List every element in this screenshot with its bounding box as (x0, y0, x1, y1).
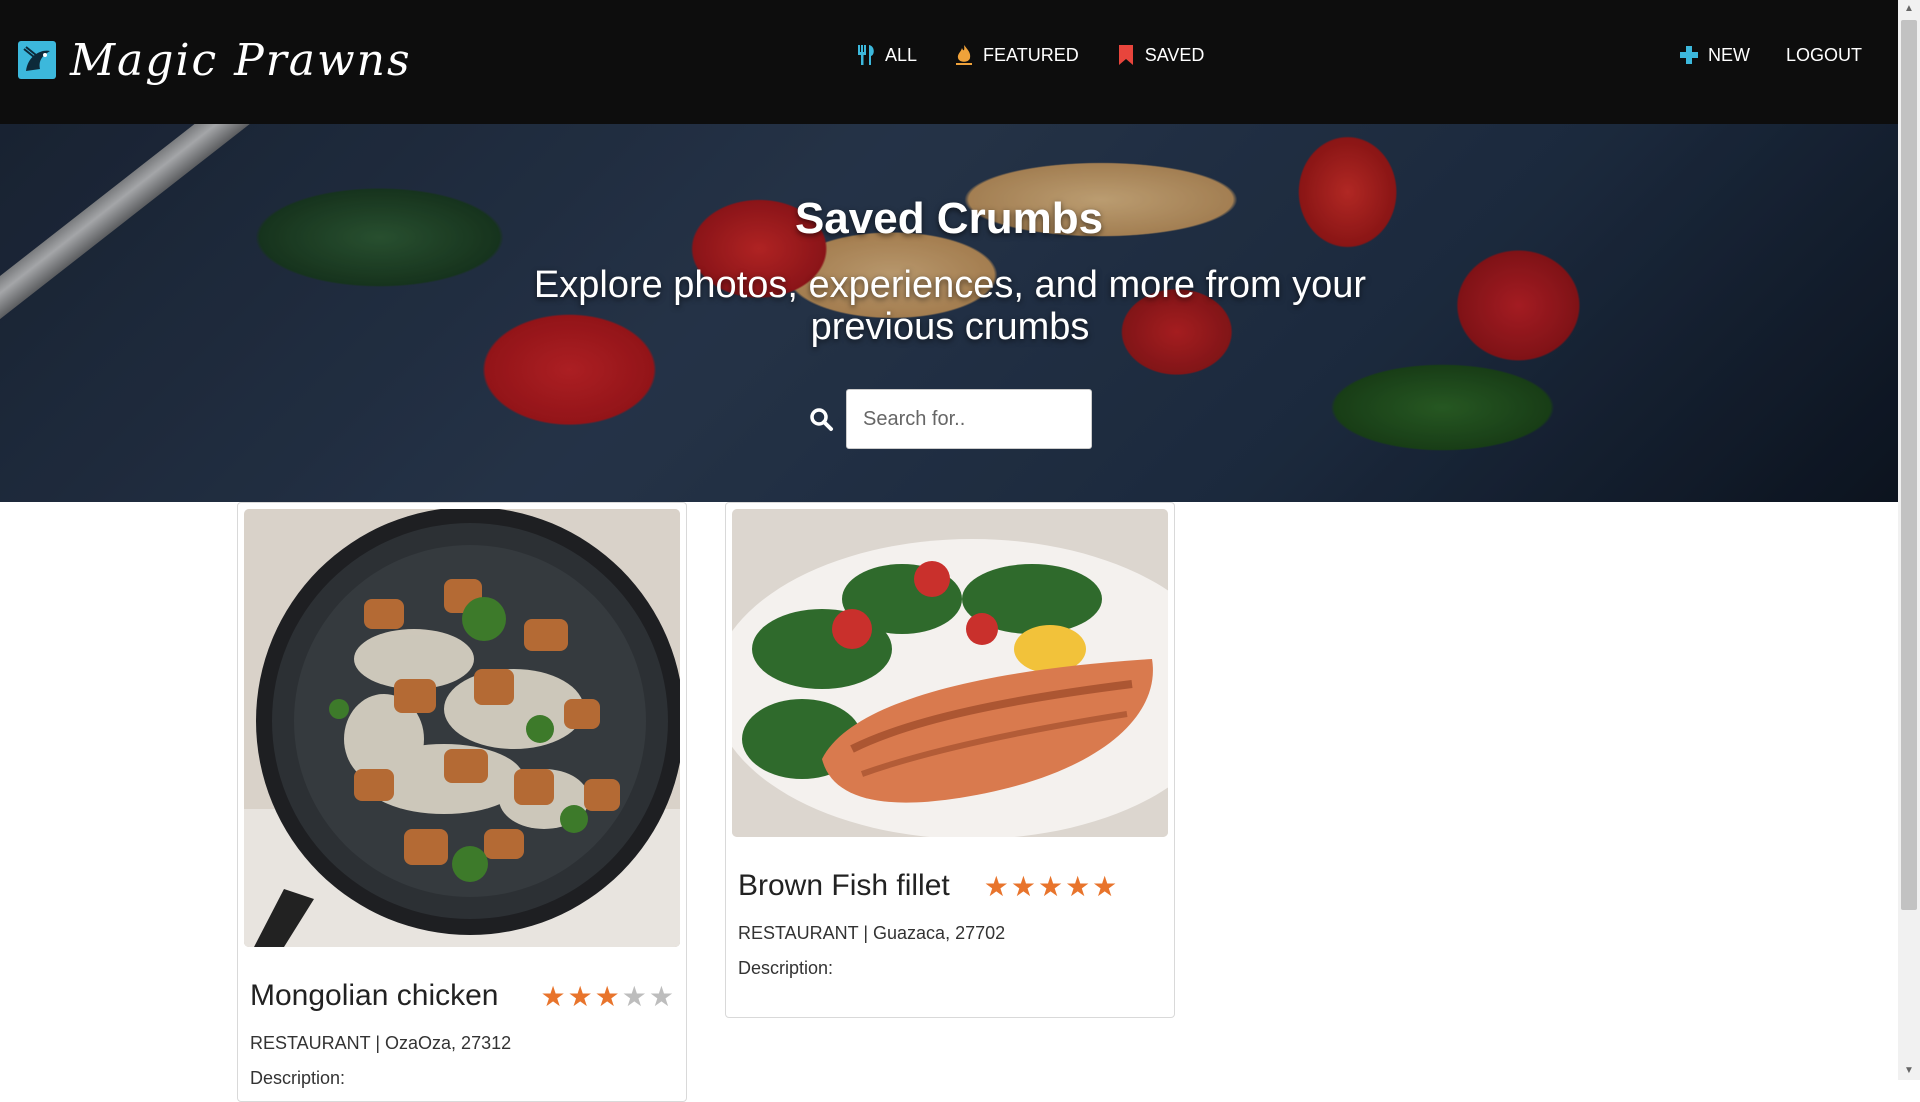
prawn-logo-icon (18, 41, 56, 79)
nav-featured-label: FEATURED (983, 44, 1079, 65)
nav-new[interactable]: NEW (1678, 44, 1750, 66)
card-meta: RESTAURANT | Guazaca, 27702 (738, 923, 1006, 943)
page-subtitle: Explore photos, experiences, and more fr… (533, 264, 1367, 348)
crumb-card[interactable]: Brown Fish fillet ★ ★ ★ ★ ★ RESTAURANT |… (725, 502, 1175, 1018)
search-input[interactable] (846, 389, 1092, 449)
star-filled-icon: ★ (983, 870, 1009, 902)
star-filled-icon: ★ (567, 980, 593, 1012)
nav-saved[interactable]: SAVED (1115, 44, 1205, 66)
main-nav: ALL FEATURED SAVED (855, 44, 1204, 66)
scroll-down-arrow-icon[interactable]: ▼ (1898, 1062, 1920, 1080)
search-bar (808, 389, 1092, 449)
brand-name: Magic Prawns (70, 34, 412, 86)
brand[interactable]: Magic Prawns (18, 34, 412, 86)
nav-all[interactable]: ALL (855, 44, 917, 66)
nav-new-label: NEW (1707, 44, 1750, 65)
page-scrollbar[interactable]: ▲ ▼ (1898, 0, 1920, 1080)
star-rating: ★ ★ ★ ★ ★ (540, 980, 674, 1013)
nav-saved-label: SAVED (1144, 44, 1205, 65)
utensils-icon (858, 45, 874, 65)
scrollbar-thumb[interactable] (1901, 20, 1917, 910)
nav-logout-label: LOGOUT (1785, 44, 1862, 65)
plus-icon (1679, 46, 1698, 64)
nav-featured[interactable]: FEATURED (953, 44, 1079, 66)
star-filled-icon: ★ (1065, 870, 1091, 902)
card-description: Description: (250, 1068, 346, 1088)
search-icon[interactable] (808, 405, 836, 433)
card-title[interactable]: Brown Fish fillet (738, 869, 950, 903)
nav-all-label: ALL (885, 44, 918, 65)
salmon-plate-image (732, 509, 1168, 837)
star-empty-icon: ★ (648, 980, 674, 1012)
star-filled-icon: ★ (540, 980, 566, 1012)
star-filled-icon: ★ (1010, 870, 1036, 902)
page-title: Saved Crumbs (794, 194, 1104, 243)
top-navbar: Magic Prawns ALL FEATURED SAVED NEW LOGO… (0, 0, 1898, 124)
star-rating: ★ ★ ★ ★ ★ (984, 870, 1118, 903)
crumb-card[interactable]: Mongolian chicken ★ ★ ★ ★ ★ RESTAURANT |… (237, 502, 687, 1102)
card-meta: RESTAURANT | OzaOza, 27312 (250, 1033, 512, 1053)
crumb-photo[interactable] (732, 509, 1168, 837)
card-body: Mongolian chicken ★ ★ ★ ★ ★ RESTAURANT |… (244, 947, 680, 1089)
card-title[interactable]: Mongolian chicken (250, 979, 498, 1013)
card-body: Brown Fish fillet ★ ★ ★ ★ ★ RESTAURANT |… (732, 837, 1168, 979)
card-description: Description: (738, 958, 834, 978)
scroll-up-arrow-icon[interactable]: ▲ (1898, 0, 1920, 18)
card-title-row: Mongolian chicken ★ ★ ★ ★ ★ (250, 979, 674, 1013)
bookmark-icon (1118, 45, 1133, 65)
fire-icon (956, 45, 973, 65)
card-title-row: Brown Fish fillet ★ ★ ★ ★ ★ (738, 869, 1162, 903)
crumb-photo[interactable] (244, 509, 680, 947)
hero-banner: Saved Crumbs Explore photos, experiences… (0, 124, 1898, 502)
nav-logout[interactable]: LOGOUT (1786, 45, 1862, 66)
chicken-pan-image (244, 509, 680, 947)
user-nav: NEW LOGOUT (1678, 44, 1862, 66)
star-filled-icon: ★ (1092, 870, 1118, 902)
star-filled-icon: ★ (594, 980, 620, 1012)
star-filled-icon: ★ (1037, 870, 1064, 902)
star-empty-icon: ★ (621, 980, 647, 1012)
